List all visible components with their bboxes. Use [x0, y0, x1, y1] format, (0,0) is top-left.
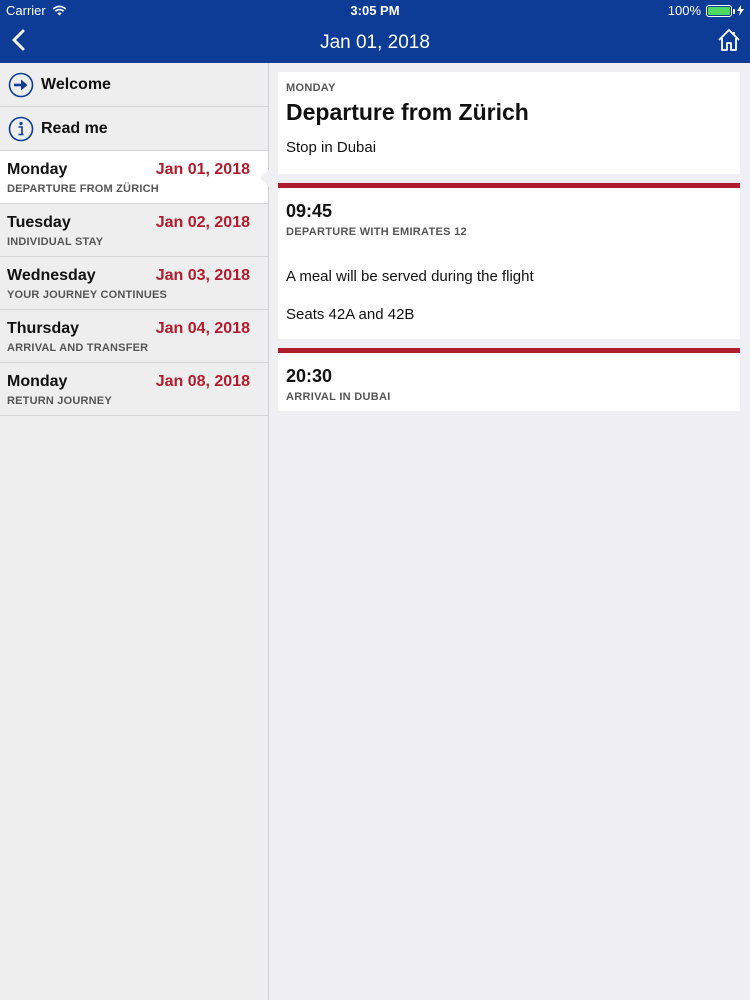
day-name: Monday [7, 161, 68, 178]
day-header-card: MONDAY Departure from Zürich Stop in Dub… [278, 72, 740, 174]
event-card: 09:45 DEPARTURE WITH EMIRATES 12 A meal … [278, 188, 740, 339]
detail-subtitle: Stop in Dubai [286, 139, 377, 156]
charging-bolt-icon [737, 5, 744, 16]
sidebar-item-label: Read me [41, 119, 108, 137]
day-item-jan-03[interactable]: Wednesday Jan 03, 2018 YOUR JOURNEY CONT… [0, 257, 268, 310]
navigation-bar: Jan 01, 2018 [0, 22, 750, 63]
event-time: 09:45 [286, 201, 333, 221]
day-name: Wednesday [7, 267, 96, 284]
battery-group: 100% [668, 3, 744, 18]
status-bar: Carrier 3:05 PM 100% [0, 0, 750, 22]
day-item-jan-01[interactable]: Monday Jan 01, 2018 DEPARTURE FROM ZÜRIC… [0, 151, 269, 204]
day-date: Jan 01, 2018 [155, 161, 250, 178]
day-subtitle: INDIVIDUAL STAY [7, 236, 104, 248]
top-bar: Carrier 3:05 PM 100% Jan 01, 2018 [0, 0, 750, 63]
battery-percent: 100% [667, 3, 701, 18]
day-subtitle: RETURN JOURNEY [7, 395, 112, 407]
battery-icon [706, 4, 735, 17]
event-description: DEPARTURE WITH EMIRATES 12 [286, 226, 467, 238]
nav-title: Jan 01, 2018 [320, 32, 430, 53]
detail-title: Departure from Zürich [286, 99, 529, 125]
battery-fill [708, 6, 730, 15]
detail-weekday: MONDAY [286, 82, 336, 94]
info-circle-icon [8, 116, 34, 141]
day-name: Thursday [7, 320, 80, 337]
day-item-jan-02[interactable]: Tuesday Jan 02, 2018 INDIVIDUAL STAY [0, 204, 268, 257]
arrow-right-circle-icon [8, 72, 34, 97]
day-date: Jan 02, 2018 [155, 214, 250, 231]
day-date: Jan 03, 2018 [155, 267, 250, 284]
day-name: Monday [7, 373, 68, 390]
home-icon[interactable] [716, 27, 742, 53]
day-subtitle: DEPARTURE FROM ZÜRICH [7, 183, 159, 195]
event-time: 20:30 [286, 366, 333, 386]
day-item-jan-08[interactable]: Monday Jan 08, 2018 RETURN JOURNEY [0, 363, 268, 416]
day-date: Jan 04, 2018 [155, 320, 250, 337]
day-item-jan-04[interactable]: Thursday Jan 04, 2018 ARRIVAL AND TRANSF… [0, 310, 268, 363]
day-name: Tuesday [7, 214, 71, 231]
day-subtitle: YOUR JOURNEY CONTINUES [7, 289, 168, 301]
sidebar-item-welcome[interactable]: Welcome [0, 63, 268, 107]
day-date: Jan 08, 2018 [155, 373, 250, 390]
event-description: ARRIVAL IN DUBAI [286, 391, 391, 403]
day-subtitle: ARRIVAL AND TRANSFER [7, 342, 149, 354]
event-note: Seats 42A and 42B [286, 306, 415, 323]
day-detail: MONDAY Departure from Zürich Stop in Dub… [278, 72, 740, 411]
sidebar: Welcome Read me Monday Jan 01, 2018 DEPA… [0, 63, 269, 1000]
sidebar-item-read-me[interactable]: Read me [0, 107, 268, 151]
status-time: 3:05 PM [350, 3, 400, 18]
event-card: 20:30 ARRIVAL IN DUBAI [278, 353, 740, 411]
sidebar-item-label: Welcome [41, 75, 111, 93]
event-note: A meal will be served during the flight [286, 268, 534, 285]
